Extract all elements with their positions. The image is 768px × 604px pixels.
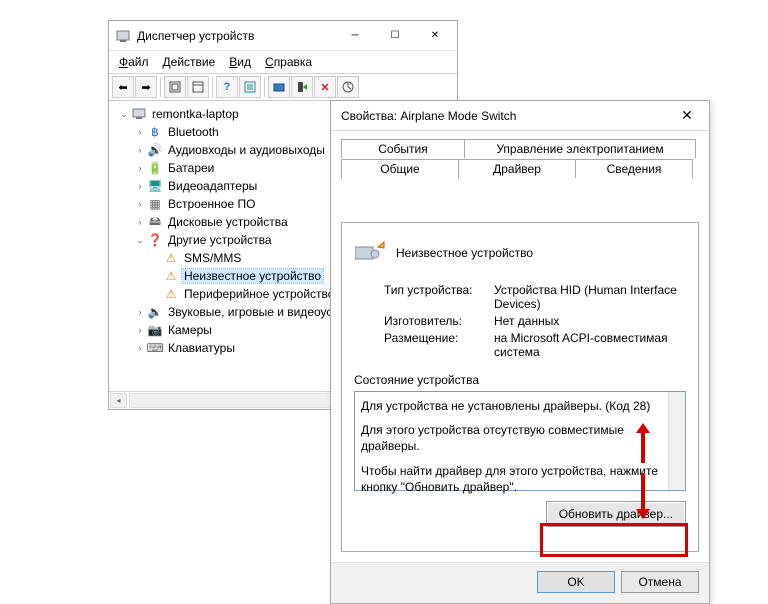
update-driver-button[interactable]: Обновить драйвер... [546, 501, 686, 527]
tree-device-label[interactable]: SMS/MMS [182, 251, 243, 265]
tree-root-label[interactable]: remontka-laptop [150, 107, 241, 121]
menu-view[interactable]: Вид [223, 53, 257, 71]
menubar: ФФайлайл Действие Вид Справка [109, 51, 457, 74]
dialog-body: События Управление электропитанием Общие… [331, 131, 709, 562]
update-driver-button[interactable] [291, 76, 313, 98]
bluetooth-icon: ฿ [147, 124, 163, 140]
refresh-button[interactable] [337, 76, 359, 98]
annotation-highlight [540, 523, 688, 557]
location-label: Размещение: [384, 331, 494, 359]
menu-help[interactable]: Справка [259, 53, 318, 71]
status-label: Состояние устройства [354, 373, 686, 387]
chevron-right-icon[interactable]: › [133, 217, 147, 227]
titlebar[interactable]: Диспетчер устройств ─ ☐ ✕ [109, 21, 457, 51]
type-label: Тип устройства: [384, 283, 494, 311]
firmware-icon: ▦ [147, 196, 163, 212]
close-button[interactable]: ✕ [415, 21, 455, 51]
audio-icon: 🔊 [147, 142, 163, 158]
dialog-button-row: OK Отмена [331, 562, 709, 603]
computer-icon [131, 106, 147, 122]
show-hidden-button[interactable] [187, 76, 209, 98]
chevron-right-icon[interactable]: › [133, 325, 147, 335]
tree-device-label[interactable]: Неизвестное устройство [182, 269, 323, 283]
back-button[interactable]: ⬅ [112, 76, 134, 98]
tree-category-label[interactable]: Батареи [166, 161, 216, 175]
tree-category-label[interactable]: Видеоадаптеры [166, 179, 259, 193]
tab-details[interactable]: Сведения [575, 159, 693, 178]
forward-button[interactable]: ➡ [135, 76, 157, 98]
tab-strip: События Управление электропитанием Общие… [341, 139, 699, 181]
dialog-title: Свойства: Airplane Mode Switch [341, 109, 669, 123]
battery-icon: 🔋 [147, 160, 163, 176]
tree-category-label[interactable]: Дисковые устройства [166, 215, 290, 229]
chevron-down-icon[interactable]: ⌄ [133, 235, 147, 246]
tree-category-label[interactable]: Клавиатуры [166, 341, 237, 355]
status-line: Для этого устройства отсутствую совмести… [361, 422, 667, 454]
scan-button[interactable] [268, 76, 290, 98]
properties-dialog: Свойства: Airplane Mode Switch ✕ События… [330, 100, 710, 604]
type-value: Устройства HID (Human Interface Devices) [494, 283, 686, 311]
tree-category-label[interactable]: Другие устройства [166, 233, 274, 247]
toolbar-separator [212, 77, 213, 97]
tree-category-label[interactable]: Звуковые, игровые и видеоуст [166, 305, 340, 319]
tab-general[interactable]: Общие [341, 159, 459, 179]
chevron-right-icon[interactable]: › [133, 181, 147, 191]
unknown-device-icon: ⚠ [163, 268, 179, 284]
tree-category-label[interactable]: Аудиовходы и аудиовыходы [166, 143, 327, 157]
camera-icon: 📷 [147, 322, 163, 338]
chevron-right-icon[interactable]: › [133, 343, 147, 353]
tab-driver[interactable]: Драйвер [458, 159, 576, 178]
unknown-device-icon: ⚠ [163, 250, 179, 266]
ok-button[interactable]: OK [537, 571, 615, 593]
chevron-down-icon[interactable]: ⌄ [117, 109, 131, 120]
display-icon: 🖥 [147, 178, 163, 194]
chevron-right-icon[interactable]: › [133, 145, 147, 155]
warning-icon: ❓ [147, 232, 163, 248]
tree-device-label[interactable]: Периферийное устройство [182, 287, 336, 301]
maximize-button[interactable]: ☐ [375, 21, 415, 51]
vendor-label: Изготовитель: [384, 314, 494, 328]
status-line: Для устройства не установлены драйверы. … [361, 398, 667, 414]
uninstall-button[interactable]: ✕ [314, 76, 336, 98]
window-title: Диспетчер устройств [137, 29, 335, 43]
location-value: на Microsoft ACPI-совместимая система [494, 331, 686, 359]
tab-panel-general: Неизвестное устройство Тип устройства:Ус… [341, 222, 699, 552]
status-textbox[interactable]: Для устройства не установлены драйверы. … [354, 391, 686, 491]
status-line: Чтобы найти драйвер для этого устройства… [361, 463, 667, 495]
unknown-device-icon: ⚠ [163, 286, 179, 302]
toolbar-separator [160, 77, 161, 97]
tree-category-label[interactable]: Bluetooth [166, 125, 221, 139]
help-button[interactable]: ? [216, 76, 238, 98]
up-button[interactable] [164, 76, 186, 98]
device-name: Неизвестное устройство [396, 246, 533, 260]
chevron-right-icon[interactable]: › [133, 307, 147, 317]
minimize-button[interactable]: ─ [335, 21, 375, 51]
chevron-right-icon[interactable]: › [133, 199, 147, 209]
tree-category-label[interactable]: Встроенное ПО [166, 197, 257, 211]
vendor-value: Нет данных [494, 314, 686, 328]
scroll-left-arrow[interactable]: ◂ [110, 393, 127, 408]
tab-power[interactable]: Управление электропитанием [464, 139, 696, 158]
disk-icon: 🖴 [147, 214, 163, 230]
toolbar: ⬅ ➡ ? ✕ [109, 74, 457, 101]
kbd-icon: ⌨ [147, 340, 163, 356]
toolbar-separator [264, 77, 265, 97]
chevron-right-icon[interactable]: › [133, 163, 147, 173]
device-icon [354, 237, 386, 269]
tab-events[interactable]: События [341, 139, 465, 158]
properties-button[interactable] [239, 76, 261, 98]
menu-file[interactable]: ФФайлайл [113, 53, 155, 71]
tree-category-label[interactable]: Камеры [166, 323, 214, 337]
menu-action[interactable]: Действие [157, 53, 222, 71]
dialog-titlebar[interactable]: Свойства: Airplane Mode Switch ✕ [331, 101, 709, 131]
chevron-right-icon[interactable]: › [133, 127, 147, 137]
vertical-scrollbar[interactable] [668, 392, 685, 490]
close-button[interactable]: ✕ [669, 101, 705, 131]
cancel-button[interactable]: Отмена [621, 571, 699, 593]
sound-icon: 🔉 [147, 304, 163, 320]
app-icon [115, 28, 131, 44]
